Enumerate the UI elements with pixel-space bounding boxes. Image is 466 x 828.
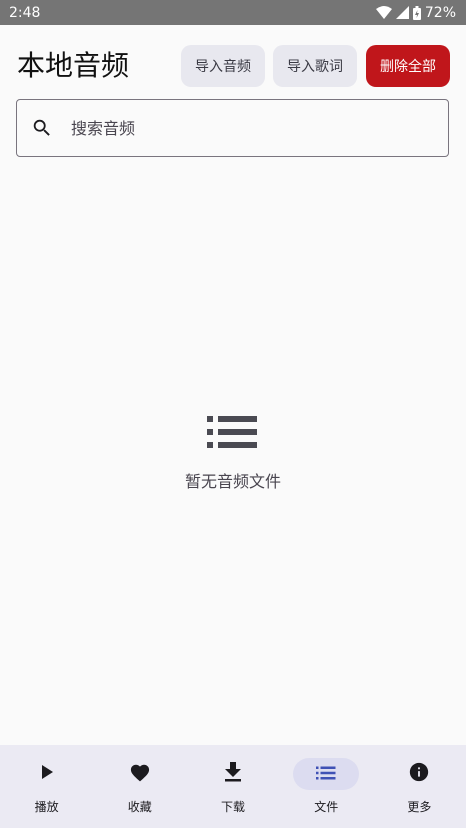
- delete-all-button[interactable]: 删除全部: [366, 45, 450, 87]
- status-icons: 72%: [375, 4, 456, 21]
- nav-item-more[interactable]: 更多: [373, 745, 466, 828]
- nav-label: 文件: [314, 800, 339, 814]
- wifi-icon: [375, 6, 392, 19]
- nav-pill-active: [293, 758, 360, 790]
- list-icon: [316, 765, 336, 784]
- nav-pill: [386, 758, 452, 790]
- nav-item-play[interactable]: 播放: [0, 745, 93, 828]
- status-time: 2:48: [9, 4, 41, 21]
- info-icon: [408, 761, 430, 787]
- page-title: 本地音频: [17, 49, 130, 82]
- nav-item-download[interactable]: 下载: [186, 745, 279, 828]
- empty-state: 暂无音频文件: [0, 414, 466, 492]
- play-icon: [39, 764, 55, 784]
- nav-item-favorites[interactable]: 收藏: [93, 745, 186, 828]
- import-audio-button[interactable]: 导入音频: [181, 45, 265, 87]
- battery-charging-icon: [412, 5, 421, 20]
- nav-label: 收藏: [127, 800, 152, 814]
- list-icon: [207, 414, 259, 454]
- search-icon: [31, 117, 53, 139]
- status-bar: 2:48 72%: [0, 0, 466, 25]
- import-lyrics-button[interactable]: 导入歌词: [273, 45, 357, 87]
- nav-pill: [200, 758, 266, 790]
- header: 本地音频 导入音频 导入歌词 删除全部: [0, 44, 466, 88]
- nav-pill: [14, 758, 80, 790]
- download-icon: [224, 762, 242, 786]
- nav-label: 更多: [407, 800, 432, 814]
- heart-icon: [129, 762, 151, 786]
- nav-item-files[interactable]: 文件: [280, 745, 373, 828]
- nav-pill: [107, 758, 173, 790]
- nav-label: 播放: [34, 800, 59, 814]
- search-input[interactable]: [71, 118, 411, 138]
- bottom-nav: 播放 收藏 下载 文件 更多: [0, 745, 466, 828]
- battery-percent: 72%: [424, 4, 456, 21]
- empty-message: 暂无音频文件: [184, 472, 281, 491]
- signal-icon: [395, 6, 409, 19]
- search-field[interactable]: [16, 99, 449, 157]
- nav-label: 下载: [221, 800, 246, 814]
